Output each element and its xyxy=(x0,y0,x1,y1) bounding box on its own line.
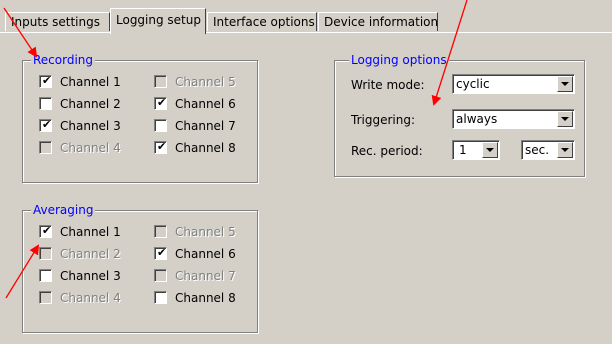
checkbox-label: Channel 2 xyxy=(60,247,121,261)
chevron-down-icon xyxy=(486,148,494,152)
tab-strip: Inputs settings Logging setup Interface … xyxy=(0,0,612,34)
logging-setup-panel: Recording ✔ Channel 1 Channel 2 ✔ Channel 3 C… xyxy=(0,33,612,344)
checkbox-channel-8[interactable]: Channel 8 xyxy=(154,289,236,307)
tab-logging-setup[interactable]: Logging setup xyxy=(110,8,206,34)
checkbox-channel-6[interactable]: ✔ Channel 6 xyxy=(154,245,236,263)
chevron-down-icon xyxy=(561,117,569,121)
checkbox-channel-1[interactable]: ✔ Channel 1 xyxy=(39,73,121,91)
checkbox-box xyxy=(154,75,167,88)
checkbox-box[interactable]: ✔ xyxy=(39,224,52,238)
logging-options-title: Logging options xyxy=(349,52,449,68)
check-icon: ✔ xyxy=(157,96,167,109)
checkbox-channel-3[interactable]: ✔ Channel 3 xyxy=(39,117,121,135)
checkbox-channel-3[interactable]: Channel 3 xyxy=(39,267,121,285)
checkbox-box[interactable]: ✔ xyxy=(39,118,52,132)
checkbox-label: Channel 4 xyxy=(60,141,121,155)
averaging-group-title: Averaging xyxy=(31,202,96,218)
logging-options-group: Logging options Write mode: cyclic Trigg… xyxy=(334,52,585,177)
checkbox-label: Channel 4 xyxy=(60,291,121,305)
checkbox-label: Channel 5 xyxy=(175,225,236,239)
rec-period-unit-select[interactable]: sec. xyxy=(521,140,575,160)
checkbox-box xyxy=(39,141,52,154)
averaging-group: Averaging ✔ Channel 1 Channel 2 Channel 3 Ch… xyxy=(22,202,258,333)
checkbox-box[interactable] xyxy=(154,291,167,304)
checkbox-channel-4: Channel 4 xyxy=(39,139,121,157)
checkbox-channel-8[interactable]: ✔ Channel 8 xyxy=(154,139,236,157)
chevron-down-icon xyxy=(561,148,569,152)
checkbox-label: Channel 6 xyxy=(175,97,236,111)
tab-inputs-settings[interactable]: Inputs settings xyxy=(5,12,110,31)
checkbox-label: Channel 8 xyxy=(175,291,236,305)
checkbox-channel-7: Channel 7 xyxy=(154,267,236,285)
checkbox-box xyxy=(154,225,167,238)
write-mode-select[interactable]: cyclic xyxy=(452,74,575,94)
checkbox-box xyxy=(39,291,52,304)
checkbox-channel-2: Channel 2 xyxy=(39,245,121,263)
recording-group-title: Recording xyxy=(31,52,96,68)
checkbox-box[interactable] xyxy=(39,269,52,282)
triggering-dropdown-button[interactable] xyxy=(557,111,573,127)
write-mode-label: Write mode: xyxy=(351,78,425,92)
checkbox-box[interactable] xyxy=(39,97,52,110)
checkbox-label: Channel 7 xyxy=(175,269,236,283)
check-icon: ✔ xyxy=(42,74,52,87)
chevron-down-icon xyxy=(561,82,569,86)
write-mode-value: cyclic xyxy=(456,77,490,91)
checkbox-box[interactable] xyxy=(154,119,167,132)
checkbox-channel-4: Channel 4 xyxy=(39,289,121,307)
checkbox-channel-5: Channel 5 xyxy=(154,73,236,91)
write-mode-dropdown-button[interactable] xyxy=(557,76,573,92)
checkbox-channel-6[interactable]: ✔ Channel 6 xyxy=(154,95,236,113)
rec-period-value-dropdown-button[interactable] xyxy=(482,142,498,158)
recording-group: Recording ✔ Channel 1 Channel 2 ✔ Channel 3 C… xyxy=(22,52,258,183)
checkbox-box[interactable]: ✔ xyxy=(39,74,52,88)
checkbox-box[interactable]: ✔ xyxy=(154,246,167,260)
triggering-value: always xyxy=(456,112,498,126)
checkbox-box[interactable]: ✔ xyxy=(154,96,167,110)
checkbox-box[interactable]: ✔ xyxy=(154,140,167,154)
checkbox-label: Channel 2 xyxy=(60,97,121,111)
checkbox-channel-1[interactable]: ✔ Channel 1 xyxy=(39,223,121,241)
checkbox-channel-7[interactable]: Channel 7 xyxy=(154,117,236,135)
dialog-window: Inputs settings Logging setup Interface … xyxy=(0,0,612,344)
check-icon: ✔ xyxy=(157,140,167,153)
checkbox-label: Channel 8 xyxy=(175,141,236,155)
rec-period-value-select[interactable]: 1 xyxy=(452,140,500,160)
tab-device-information[interactable]: Device information xyxy=(318,12,438,31)
rec-period-unit: sec. xyxy=(525,143,550,157)
rec-period-unit-dropdown-button[interactable] xyxy=(557,142,573,158)
triggering-select[interactable]: always xyxy=(452,109,575,129)
checkbox-channel-5: Channel 5 xyxy=(154,223,236,241)
triggering-label: Triggering: xyxy=(351,113,415,127)
checkbox-label: Channel 5 xyxy=(175,75,236,89)
check-icon: ✔ xyxy=(157,246,167,259)
check-icon: ✔ xyxy=(42,118,52,131)
tab-interface-options[interactable]: Interface options xyxy=(207,12,317,31)
checkbox-label: Channel 6 xyxy=(175,247,236,261)
checkbox-box xyxy=(39,247,52,260)
checkbox-box xyxy=(154,269,167,282)
checkbox-label: Channel 1 xyxy=(60,75,121,89)
check-icon: ✔ xyxy=(42,224,52,237)
checkbox-label: Channel 3 xyxy=(60,269,121,283)
checkbox-label: Channel 7 xyxy=(175,119,236,133)
rec-period-value: 1 xyxy=(459,143,467,157)
checkbox-label: Channel 1 xyxy=(60,225,121,239)
checkbox-label: Channel 3 xyxy=(60,119,121,133)
checkbox-channel-2[interactable]: Channel 2 xyxy=(39,95,121,113)
rec-period-label: Rec. period: xyxy=(351,144,423,158)
